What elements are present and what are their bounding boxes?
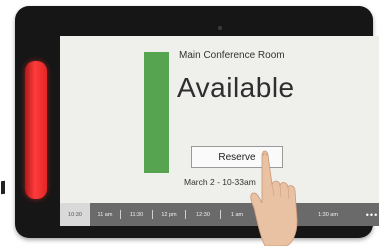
availability-indicator	[144, 52, 169, 173]
timeline-slot[interactable]: 10:30	[60, 203, 90, 226]
timeline-slot[interactable]: 1:30 am	[315, 203, 341, 226]
timeline-slot[interactable]: 11:30	[121, 203, 152, 226]
status-led-bar	[25, 61, 47, 199]
room-name: Main Conference Room	[179, 50, 285, 61]
timeline-slot[interactable]: 12 pm	[153, 203, 185, 226]
timeline-slot	[253, 203, 315, 226]
timeline-slot[interactable]: 12:30	[186, 203, 220, 226]
availability-status: Available	[177, 72, 295, 103]
more-options-icon[interactable]: •••	[361, 203, 379, 226]
reserve-button[interactable]: Reserve	[191, 146, 283, 168]
booking-datetime: March 2 - 10-33am	[184, 177, 256, 187]
tablet-device: Main Conference Room Available Reserve M…	[15, 6, 379, 238]
stand-mark	[1, 180, 5, 195]
timeline-slot[interactable]: 11 am	[90, 203, 120, 226]
timeline-slot[interactable]: 1 am	[221, 203, 253, 226]
room-display-screen: Main Conference Room Available Reserve M…	[60, 36, 379, 226]
timeline-bar: 10:30 11 am 11:30 12 pm 12:30 1 am 1:30 …	[60, 203, 379, 226]
camera-icon	[218, 26, 222, 30]
